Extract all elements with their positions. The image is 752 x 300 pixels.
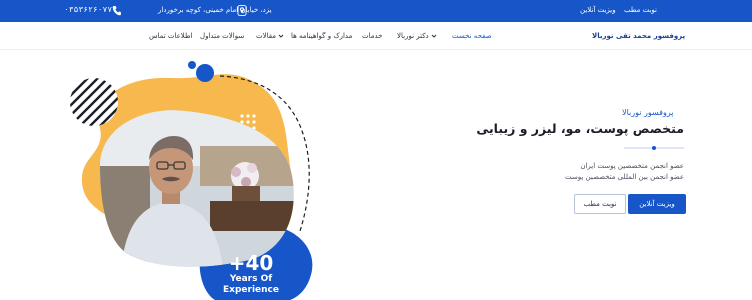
blue-dot-decoration — [196, 64, 214, 82]
hero-title: متخصص پوست، مو، لیزر و زیبایی — [476, 121, 684, 136]
nav-item-services[interactable]: خدمات — [362, 32, 382, 40]
nav-item-contact[interactable]: اطلاعات تماس — [149, 32, 193, 40]
hero-subtitle: پروفسور نوربالا — [622, 108, 674, 117]
nav-item-certificates[interactable]: مدارک و گواهینامه ها — [291, 32, 352, 40]
blue-dot-small-decoration — [188, 61, 196, 69]
nav-item-label: مقالات — [256, 32, 277, 40]
phone-number[interactable]: ۰۳۵۳۶۲۶۰۷۷۷ — [64, 5, 117, 14]
online-visit-button[interactable]: ویزیت آنلاین — [628, 194, 686, 214]
experience-label-line1: Years Of — [229, 274, 273, 284]
top-bar: ۰۳۵۳۶۲۶۰۷۷۷ یزد، خیابان امام خمینی، کوچه… — [0, 0, 752, 22]
nav-item-label: دکتر نوربالا — [397, 32, 429, 40]
hero-illustration — [70, 61, 313, 300]
office-appointment-link[interactable]: نوبت مطب — [624, 6, 657, 14]
page: ۰۳۵۳۶۲۶۰۷۷۷ یزد، خیابان امام خمینی، کوچه… — [0, 0, 752, 300]
phone-icon — [112, 6, 121, 16]
main-nav: اطلاعات تماس سوالات متداول مقالات مدارک … — [0, 22, 752, 50]
map-pin-icon — [237, 5, 247, 16]
site-brand[interactable]: پروفسور محمد تقی نوربالا — [592, 32, 685, 40]
nav-item-home[interactable]: صفحه نخست — [452, 32, 492, 40]
nav-item-faq[interactable]: سوالات متداول — [200, 32, 244, 40]
membership-line-2: عضو انجمن بین المللی متخصصین پوست — [564, 173, 684, 181]
chevron-down-icon — [431, 34, 437, 38]
address-text: یزد، خیابان امام خمینی، کوچه برخوردار — [158, 6, 272, 14]
online-visit-link[interactable]: ویزیت آنلاین — [580, 6, 616, 14]
membership-line-1: عضو انجمن متخصصین پوست ایران — [580, 162, 684, 170]
experience-badge: +40 Years Of Experience — [218, 252, 284, 296]
nav-item-doctor[interactable]: دکتر نوربالا — [397, 32, 437, 40]
title-underline-dot — [652, 146, 656, 150]
office-appointment-button[interactable]: نوبت مطب — [574, 194, 626, 214]
experience-label-line2: Experience — [223, 285, 279, 295]
nav-item-articles[interactable]: مقالات — [256, 32, 284, 40]
experience-years: +40 — [228, 251, 274, 275]
chevron-down-icon — [278, 34, 284, 38]
